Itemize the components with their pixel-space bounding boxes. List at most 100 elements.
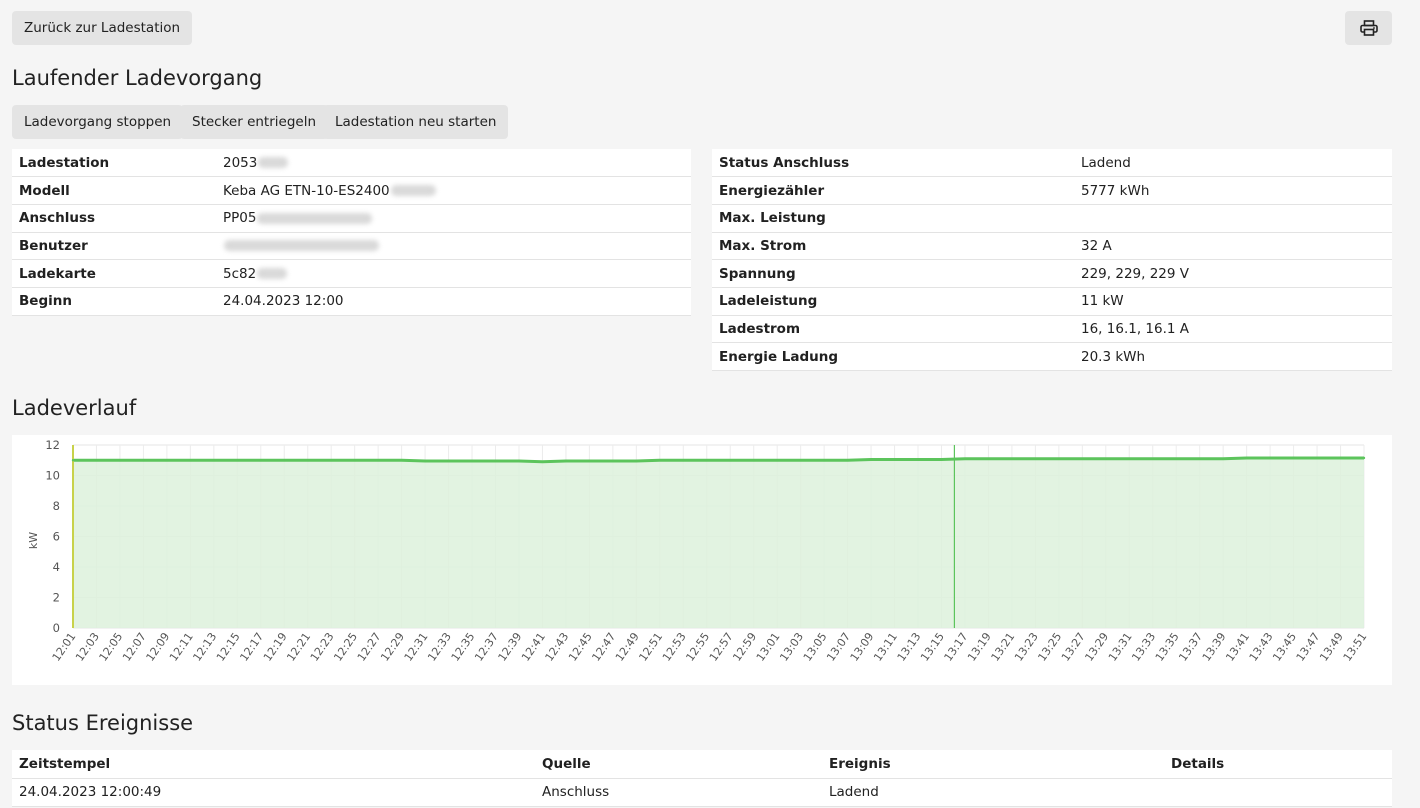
x-tick-label: 13:23 (1012, 630, 1041, 663)
x-tick-label: 12:03 (73, 630, 102, 663)
back-to-station-button[interactable]: Zurück zur Ladestation (12, 11, 193, 45)
data-point (470, 459, 474, 463)
session-label: Anschluss (12, 204, 216, 233)
x-tick-label: 12:23 (308, 630, 337, 663)
connector-row: Energie Ladung 20.3 kWh (712, 342, 1392, 371)
data-point (212, 459, 216, 462)
connector-row: Max. Leistung (712, 204, 1392, 233)
print-button[interactable] (1345, 11, 1392, 45)
x-tick-label: 12:35 (449, 630, 478, 663)
data-point (353, 459, 356, 462)
data-point (564, 459, 568, 463)
x-tick-label: 12:57 (707, 630, 736, 663)
station-id-value: 2053 (223, 154, 258, 171)
x-tick-label: 12:27 (355, 630, 384, 663)
x-tick-label: 12:13 (190, 630, 219, 663)
x-tick-label: 13:25 (1035, 630, 1064, 663)
x-tick-label: 13:35 (1153, 630, 1182, 663)
connector-row: Ladeleistung 11 kW (712, 287, 1392, 316)
x-tick-label: 13:31 (1106, 630, 1135, 663)
column-header-source[interactable]: Quelle (535, 750, 822, 779)
connector-label: Spannung (712, 259, 1074, 288)
session-row-connector: Anschluss PP05 (12, 204, 691, 233)
x-tick-label: 13:45 (1270, 630, 1299, 663)
events-table: Zeitstempel Quelle Ereignis Details 24.0… (12, 750, 1392, 807)
session-row-model: Modell Keba AG ETN-10-ES2400 (12, 176, 691, 205)
stop-charging-button[interactable]: Ladevorgang stoppen (12, 105, 184, 139)
x-tick-label: 12:37 (472, 630, 501, 663)
connector-label: Ladestrom (712, 315, 1074, 344)
x-tick-label: 13:49 (1317, 630, 1346, 663)
data-point (846, 459, 849, 462)
data-point (893, 458, 896, 461)
x-tick-label: 12:41 (519, 630, 548, 663)
charging-current-value: 16, 16.1, 16.1 A (1074, 315, 1392, 344)
event-timestamp: 24.04.2023 12:00:49 (12, 778, 535, 807)
x-tick-label: 13:21 (989, 630, 1018, 663)
data-point (1362, 456, 1366, 460)
x-tick-label: 12:39 (496, 630, 525, 663)
data-point (940, 458, 943, 461)
data-point (1292, 456, 1295, 460)
connector-row: Status Anschluss Ladend (712, 149, 1392, 178)
page-title: Laufender Ladevorgang (12, 66, 263, 90)
column-header-details[interactable]: Details (1164, 750, 1392, 779)
data-point (165, 459, 169, 462)
data-point (1268, 456, 1272, 460)
x-tick-label: 12:49 (613, 630, 642, 663)
column-header-timestamp[interactable]: Zeitstempel (12, 750, 535, 779)
x-tick-label: 13:01 (754, 630, 783, 663)
data-point (682, 459, 685, 462)
session-row-user: Benutzer (12, 232, 691, 261)
y-tick-label: 2 (53, 591, 60, 605)
data-point (517, 459, 521, 463)
x-tick-label: 12:05 (97, 630, 126, 663)
connector-info-table: Status Anschluss Ladend Energiezähler 5777… (712, 149, 1392, 371)
connector-label: Energie Ladung (712, 342, 1074, 371)
x-tick-label: 13:47 (1294, 630, 1323, 663)
table-row: 24.04.2023 12:00:49 Anschluss Ladend (12, 778, 1392, 807)
y-tick-label: 6 (53, 530, 60, 544)
redacted-text (257, 268, 288, 280)
data-point (1198, 457, 1201, 460)
x-tick-label: 12:17 (237, 630, 266, 663)
data-point (635, 459, 638, 463)
connector-row: Max. Strom 32 A (712, 232, 1392, 261)
data-point (400, 459, 403, 462)
x-tick-label: 13:09 (848, 630, 877, 663)
y-tick-label: 12 (45, 438, 60, 452)
unlock-connector-button[interactable]: Stecker entriegeln (180, 105, 329, 139)
x-tick-label: 12:47 (589, 630, 618, 663)
connector-status-value: Ladend (1074, 149, 1392, 178)
connector-label: Status Anschluss (712, 149, 1074, 178)
restart-station-button[interactable]: Ladestation neu starten (323, 105, 509, 139)
x-tick-label: 12:11 (167, 630, 196, 663)
events-header-row: Zeitstempel Quelle Ereignis Details (12, 750, 1392, 779)
x-tick-label: 12:15 (214, 630, 243, 663)
connector-label: Max. Strom (712, 232, 1074, 261)
data-point (283, 459, 286, 462)
x-tick-label: 13:11 (871, 630, 900, 663)
y-tick-label: 10 (45, 469, 60, 483)
data-point (611, 459, 615, 463)
session-info-table: Ladestation 2053 Modell Keba AG ETN-10-E… (12, 149, 691, 316)
data-point (494, 459, 497, 463)
y-axis-label: kW (27, 532, 40, 549)
charging-power-value: 11 kW (1074, 287, 1392, 316)
data-point (447, 459, 450, 463)
redacted-text (257, 212, 373, 224)
x-tick-label: 13:43 (1247, 630, 1276, 663)
session-energy-value: 20.3 kWh (1074, 342, 1392, 371)
y-tick-label: 4 (53, 560, 60, 574)
x-tick-label: 12:43 (543, 630, 572, 663)
data-point (916, 458, 920, 461)
column-header-event[interactable]: Ereignis (822, 750, 1164, 779)
connector-value: PP05 (223, 210, 257, 227)
data-point (869, 458, 873, 461)
connector-row: Ladestrom 16, 16.1, 16.1 A (712, 315, 1392, 344)
data-point (1175, 457, 1178, 460)
data-point (822, 459, 826, 462)
session-row-card: Ladekarte 5c82 (12, 259, 691, 288)
data-point (1151, 457, 1154, 460)
data-point (705, 459, 708, 462)
